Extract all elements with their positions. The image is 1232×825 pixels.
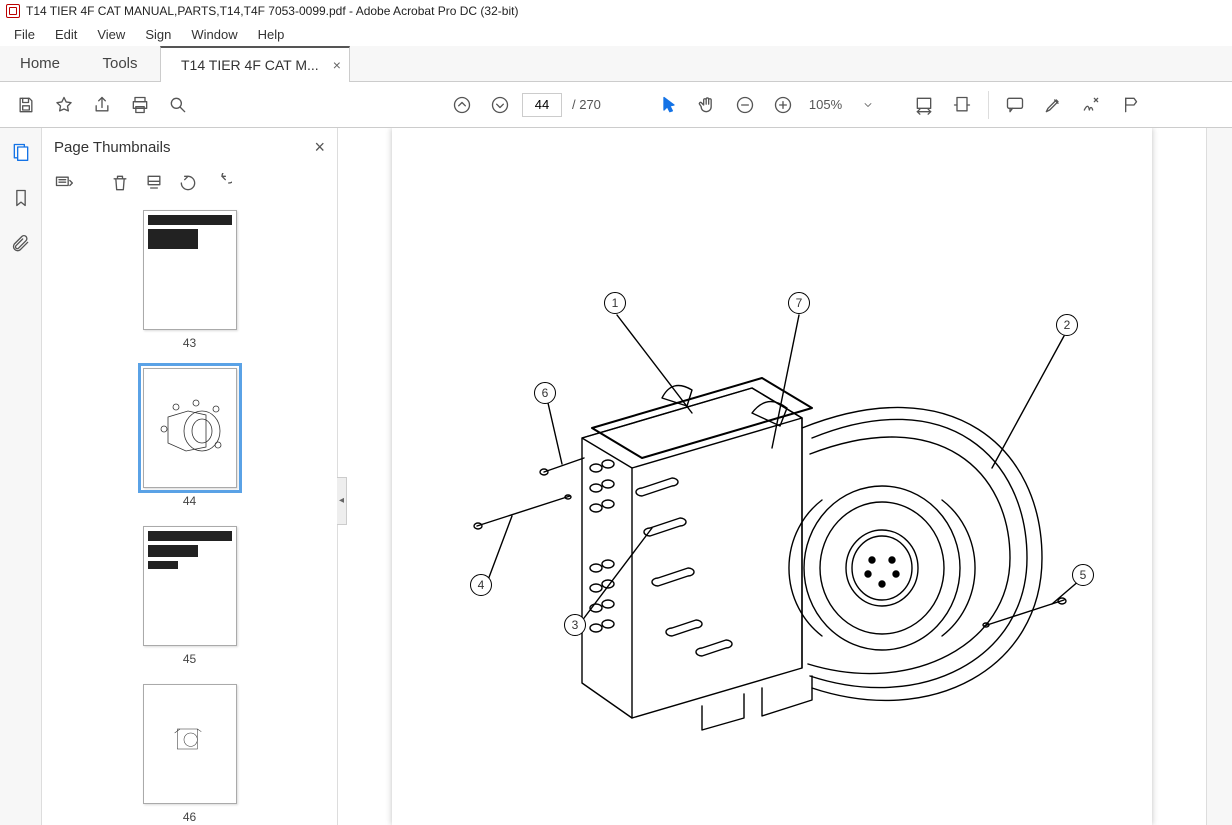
stamp-icon[interactable] <box>1113 89 1145 121</box>
tab-home[interactable]: Home <box>0 46 80 81</box>
callout-6: 6 <box>534 382 556 404</box>
comment-icon[interactable] <box>999 89 1031 121</box>
page-viewer[interactable]: 1 7 2 6 4 3 5 <box>338 128 1206 825</box>
thumbnail-page-43[interactable]: 43 <box>42 210 337 350</box>
window-titlebar: T14 TIER 4F CAT MANUAL,PARTS,T14,T4F 705… <box>0 0 1232 22</box>
menu-bar: File Edit View Sign Window Help <box>0 22 1232 46</box>
print-pages-icon[interactable] <box>142 171 166 195</box>
zoom-in-icon[interactable] <box>767 89 799 121</box>
print-icon[interactable] <box>124 89 156 121</box>
bookmarks-rail-icon[interactable] <box>7 184 35 212</box>
menu-edit[interactable]: Edit <box>45 25 87 44</box>
tab-tools[interactable]: Tools <box>80 46 160 81</box>
hand-tool-icon[interactable] <box>691 89 723 121</box>
menu-file[interactable]: File <box>4 25 45 44</box>
save-icon[interactable] <box>10 89 42 121</box>
thumbnails-list[interactable]: 43 44 45 <box>42 200 337 825</box>
thumbnails-rail-icon[interactable] <box>7 138 35 166</box>
callout-7: 7 <box>788 292 810 314</box>
rotate-cw-icon[interactable] <box>210 171 234 195</box>
fit-width-icon[interactable] <box>908 89 940 121</box>
callout-2: 2 <box>1056 314 1078 336</box>
main-toolbar: / 270 105% <box>0 82 1232 128</box>
pdf-page: 1 7 2 6 4 3 5 <box>392 128 1152 825</box>
rotate-ccw-icon[interactable] <box>176 171 200 195</box>
share-icon[interactable] <box>86 89 118 121</box>
attachments-rail-icon[interactable] <box>7 230 35 258</box>
page-down-icon[interactable] <box>484 89 516 121</box>
left-navigation-rail <box>0 128 42 825</box>
menu-view[interactable]: View <box>87 25 135 44</box>
thumbnail-page-46[interactable]: 46 <box>42 684 337 824</box>
menu-sign[interactable]: Sign <box>135 25 181 44</box>
star-icon[interactable] <box>48 89 80 121</box>
callout-5: 5 <box>1072 564 1094 586</box>
parts-diagram <box>392 128 1152 825</box>
thumbnail-page-44[interactable]: 44 <box>42 368 337 508</box>
close-panel-icon[interactable]: × <box>314 137 325 158</box>
thumbnails-panel-title: Page Thumbnails <box>54 139 170 156</box>
right-tools-rail[interactable] <box>1206 128 1232 825</box>
page-number-input[interactable] <box>522 93 562 117</box>
zoom-out-icon[interactable] <box>729 89 761 121</box>
callout-1: 1 <box>604 292 626 314</box>
menu-help[interactable]: Help <box>248 25 295 44</box>
tab-document[interactable]: T14 TIER 4F CAT M... × <box>160 46 350 82</box>
callout-4: 4 <box>470 574 492 596</box>
window-title: T14 TIER 4F CAT MANUAL,PARTS,T14,T4F 705… <box>26 4 518 18</box>
pdf-file-icon <box>6 4 20 18</box>
page-total-label: / 270 <box>572 97 601 112</box>
find-icon[interactable] <box>162 89 194 121</box>
thumbnail-page-45[interactable]: 45 <box>42 526 337 666</box>
page-up-icon[interactable] <box>446 89 478 121</box>
panel-options-icon[interactable] <box>52 171 76 195</box>
sign-icon[interactable] <box>1075 89 1107 121</box>
callout-3: 3 <box>564 614 586 636</box>
highlight-icon[interactable] <box>1037 89 1069 121</box>
thumbnails-panel-toolbar <box>42 166 337 200</box>
menu-window[interactable]: Window <box>181 25 247 44</box>
main-area: Page Thumbnails × 43 <box>0 128 1232 825</box>
thumbnails-panel: Page Thumbnails × 43 <box>42 128 338 825</box>
close-tab-icon[interactable]: × <box>333 57 341 73</box>
fit-page-icon[interactable] <box>946 89 978 121</box>
zoom-value: 105% <box>809 97 842 112</box>
tabs-row: Home Tools T14 TIER 4F CAT M... × <box>0 46 1232 82</box>
zoom-dropdown-icon[interactable] <box>852 89 884 121</box>
collapse-panel-handle[interactable]: ◂ <box>337 477 347 525</box>
tab-document-label: T14 TIER 4F CAT M... <box>181 57 319 73</box>
selection-tool-icon[interactable] <box>653 89 685 121</box>
delete-page-icon[interactable] <box>108 171 132 195</box>
